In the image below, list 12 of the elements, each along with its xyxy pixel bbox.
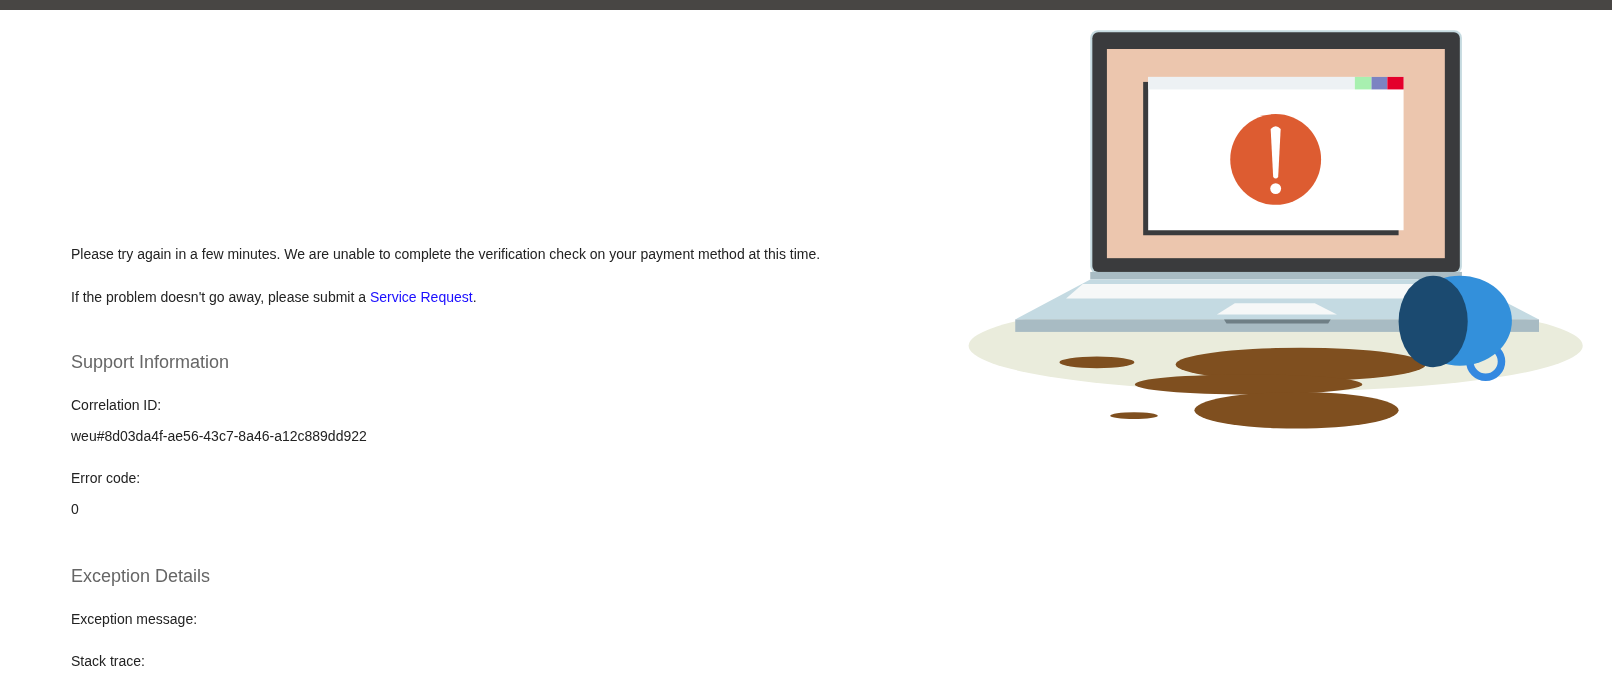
field-value: 0 [71, 500, 80, 519]
field-label: Correlation ID: [71, 396, 163, 415]
service-request-link[interactable]: Service Request [369, 289, 473, 305]
field-label: Stack trace: [71, 652, 146, 671]
error-message: Please try again in a few minutes. We are unable to complete the verification check on your payment method at this time. [71, 245, 822, 264]
section-heading: Exception Details [71, 565, 212, 588]
field-label: Error code: [71, 469, 142, 488]
help-text: If the problem doesn't go away, please submit a [71, 289, 368, 305]
field-value: weu#8d03da4f-ae56-43c7-8a46-a12c889dd922 [71, 427, 368, 446]
help-text-end: . [472, 289, 477, 305]
section-heading: Support Information [71, 351, 231, 374]
field-label: Exception message: [71, 610, 199, 629]
